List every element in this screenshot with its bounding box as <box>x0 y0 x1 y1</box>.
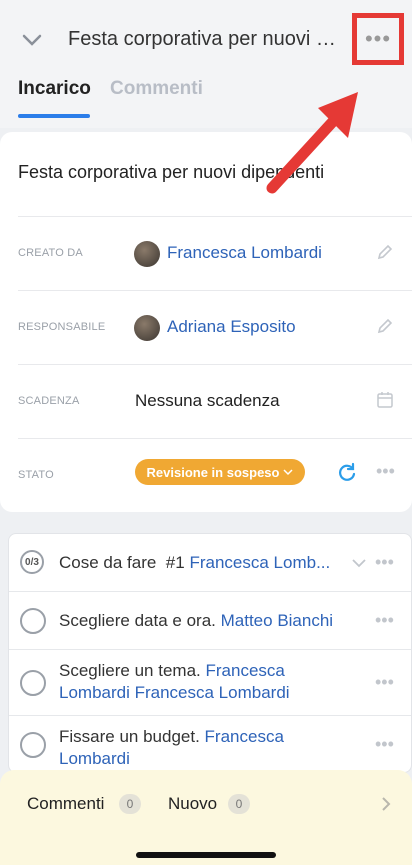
comments-label: Commenti <box>27 794 105 813</box>
checkbox-circle[interactable] <box>20 732 46 758</box>
item-more-icon[interactable]: ••• <box>375 610 394 631</box>
chevron-right-icon[interactable] <box>380 796 392 812</box>
checklist-progress-badge: 0/3 <box>20 550 44 574</box>
refresh-icon[interactable] <box>336 461 358 483</box>
checklist-owner-link[interactable]: Francesca Lomb... <box>189 553 330 572</box>
mention-link[interactable]: Matteo Bianchi <box>221 611 333 630</box>
checkbox-circle[interactable] <box>20 670 46 696</box>
checklist-header[interactable]: 0/3 Cose da fare #1 Francesca Lomb... ••… <box>9 534 411 592</box>
avatar <box>134 241 160 267</box>
creator-name-link[interactable]: Francesca Lombardi <box>167 243 322 263</box>
annotation-arrow-icon <box>266 92 358 194</box>
pencil-icon[interactable] <box>376 243 394 261</box>
chevron-down-icon <box>283 469 293 476</box>
assignee-name-link[interactable]: Adriana Esposito <box>167 317 296 337</box>
new-count-badge: 0 <box>228 794 250 814</box>
tab-commenti[interactable]: Commenti <box>110 78 203 100</box>
comments-count-badge: 0 <box>119 794 141 814</box>
item-more-icon[interactable]: ••• <box>375 734 394 755</box>
chevron-down-icon[interactable] <box>20 30 44 50</box>
list-item: Scegliere data e ora. Matteo Bianchi ••• <box>9 592 411 650</box>
checklist-more-icon[interactable]: ••• <box>375 552 394 573</box>
more-dots-icon: ••• <box>364 26 392 51</box>
page-title: Festa corporativa per nuovi di... <box>68 28 346 50</box>
checkbox-circle[interactable] <box>20 608 46 634</box>
field-label: SCADENZA <box>18 395 80 407</box>
field-assignee: RESPONSABILE Adriana Esposito <box>18 290 412 364</box>
checklist-card: 0/3 Cose da fare #1 Francesca Lomb... ••… <box>8 533 412 773</box>
field-label: RESPONSABILE <box>18 321 106 333</box>
checklist-item-text[interactable]: Scegliere data e ora. Matteo Bianchi <box>59 610 359 632</box>
checklist-title: Cose da fare #1 Francesca Lomb... <box>59 553 331 572</box>
pencil-icon[interactable] <box>376 317 394 335</box>
chevron-down-icon[interactable] <box>351 557 367 569</box>
deadline-value[interactable]: Nessuna scadenza <box>135 391 280 411</box>
field-label: CREATO DA <box>18 247 83 259</box>
home-indicator <box>136 852 276 858</box>
new-label: Nuovo <box>168 794 218 813</box>
avatar <box>134 315 160 341</box>
field-status: STATO Revisione in sospeso ••• <box>18 438 412 512</box>
checklist-item-text[interactable]: Fissare un budget. Francesca Lombardi <box>59 726 359 770</box>
tab-incarico[interactable]: Incarico <box>18 78 91 100</box>
field-created-by: CREATO DA Francesca Lombardi <box>18 216 412 290</box>
list-item: Fissare un budget. Francesca Lombardi ••… <box>9 716 411 772</box>
field-deadline: SCADENZA Nessuna scadenza <box>18 364 412 438</box>
status-more-icon[interactable]: ••• <box>376 461 395 482</box>
field-label: STATO <box>18 469 54 481</box>
status-value: Revisione in sospeso <box>146 464 280 480</box>
item-more-icon[interactable]: ••• <box>375 672 394 693</box>
comments-bar[interactable]: Commenti 0 Nuovo 0 <box>0 770 412 865</box>
more-options-button[interactable]: ••• <box>352 13 404 65</box>
checklist-item-text[interactable]: Scegliere un tema. Francesca Lombardi Fr… <box>59 660 359 704</box>
calendar-icon[interactable] <box>376 391 394 409</box>
active-tab-indicator <box>18 114 90 118</box>
list-item: Scegliere un tema. Francesca Lombardi Fr… <box>9 650 411 716</box>
status-dropdown[interactable]: Revisione in sospeso <box>135 459 305 485</box>
